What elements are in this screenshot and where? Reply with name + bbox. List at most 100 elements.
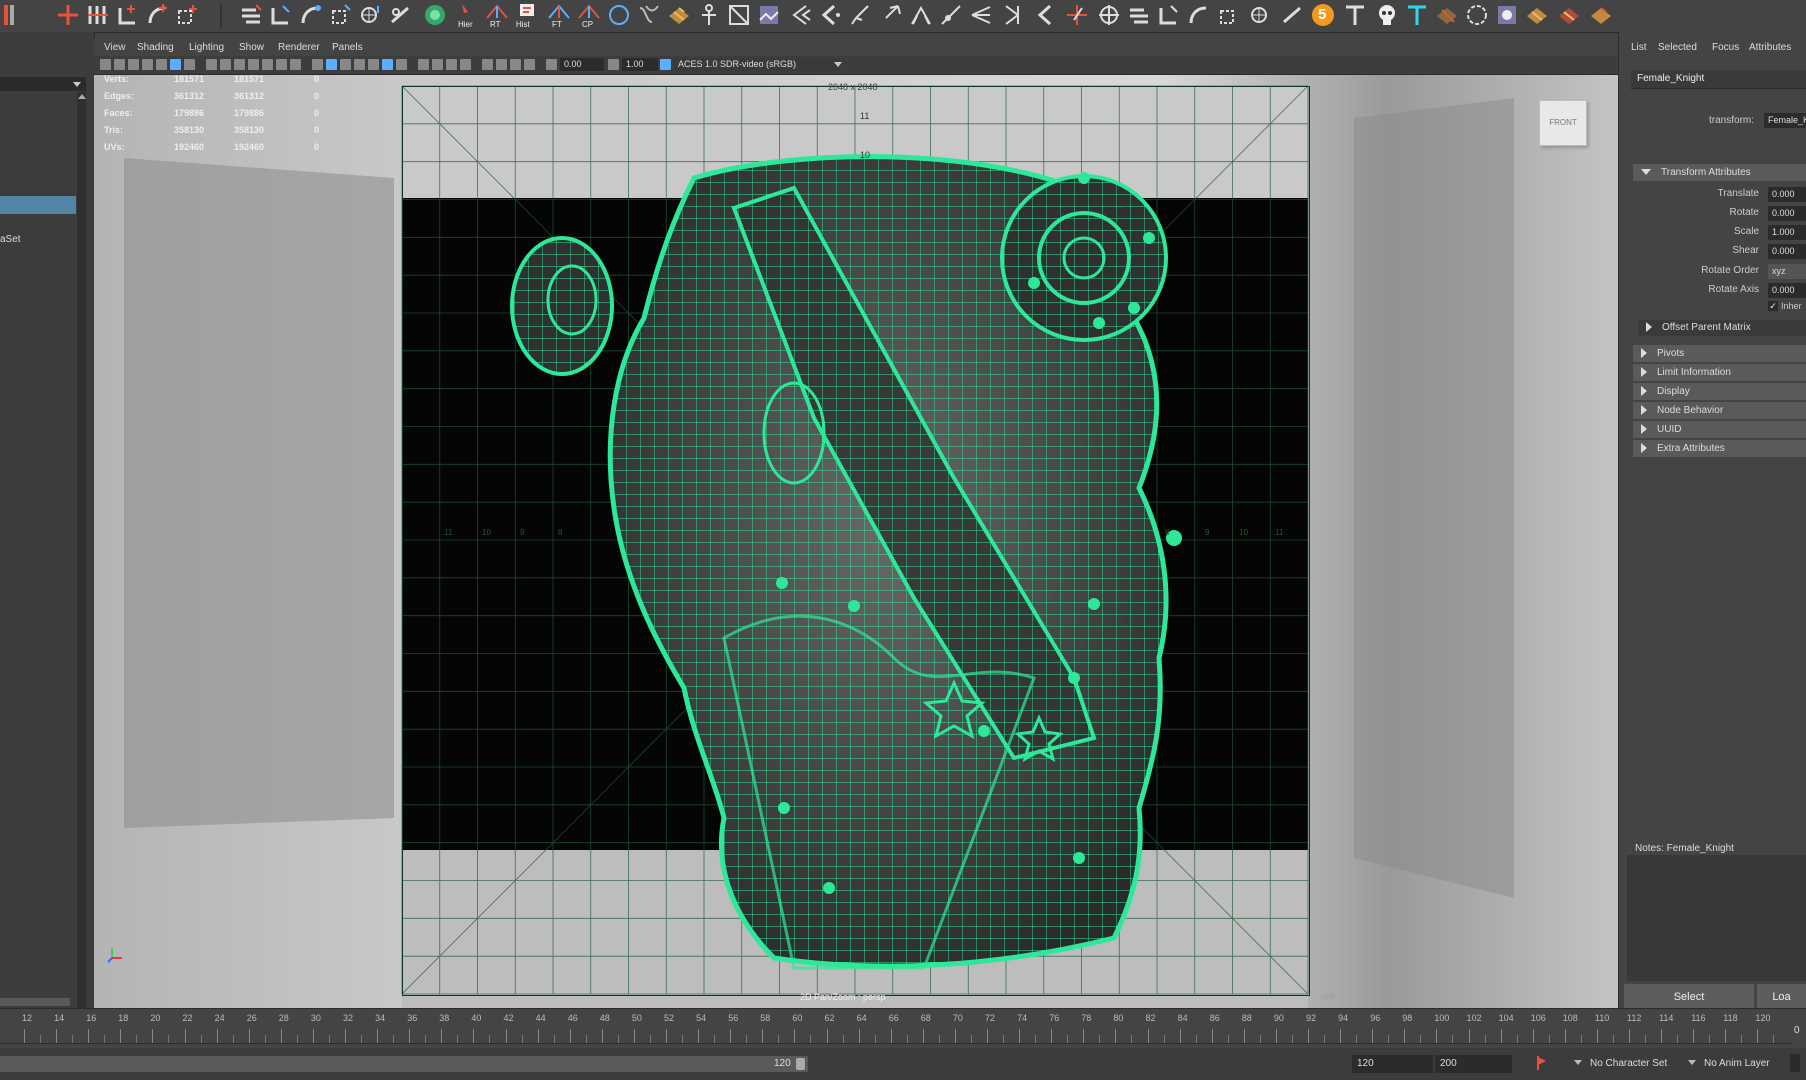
outliner-horizontal-scrollbar[interactable] — [0, 998, 70, 1006]
uv-editor-icon[interactable] — [636, 2, 662, 28]
ik-tool-icon[interactable] — [1000, 2, 1026, 28]
section-display[interactable]: Display — [1633, 383, 1806, 400]
transform-icon[interactable] — [1248, 2, 1274, 28]
notes-textarea[interactable] — [1627, 855, 1806, 981]
bevel-icon[interactable] — [268, 2, 294, 28]
joint-tool-icon[interactable] — [938, 2, 964, 28]
uv-tile-icon[interactable] — [1524, 2, 1550, 28]
offset-parent-matrix-section[interactable]: Offset Parent Matrix — [1638, 320, 1806, 336]
section-node-behavior[interactable]: Node Behavior — [1633, 402, 1806, 419]
inherits-transform-checkbox[interactable]: ✓ — [1768, 301, 1778, 311]
texture-icon[interactable] — [756, 2, 782, 28]
rotate-field[interactable]: 0.000 — [1768, 206, 1806, 221]
cv-circle-icon[interactable] — [1464, 2, 1490, 28]
motion-blur-icon[interactable] — [432, 59, 443, 70]
ae-menu-attributes[interactable]: Attributes — [1749, 42, 1791, 53]
outliner-selected-item[interactable] — [0, 196, 76, 214]
ae-menu-list[interactable]: List — [1631, 42, 1647, 53]
extrude-face-icon[interactable] — [1126, 2, 1152, 28]
tab-female-knight[interactable]: Female_Knight — [1637, 73, 1704, 84]
insert-edge-icon[interactable] — [388, 2, 414, 28]
section-uuid[interactable]: UUID — [1633, 421, 1806, 438]
scale-field[interactable]: 1.000 — [1768, 225, 1806, 240]
safe-action-icon[interactable] — [276, 59, 287, 70]
screen-space-ao-icon[interactable] — [418, 59, 429, 70]
pivot-tool-icon[interactable] — [1064, 2, 1090, 28]
chevron-left-icon[interactable] — [1032, 2, 1058, 28]
xray-components-icon[interactable] — [524, 59, 535, 70]
select-camera-icon[interactable] — [100, 59, 111, 70]
film-gate-icon[interactable] — [220, 59, 231, 70]
menu-show[interactable]: Show — [239, 42, 264, 53]
rotate-order-dropdown[interactable]: xyz — [1768, 264, 1806, 279]
gamma-field[interactable]: 1.00 — [622, 58, 658, 71]
branch-tool-icon[interactable] — [968, 2, 994, 28]
mirror-icon[interactable] — [726, 2, 752, 28]
lasso-icon[interactable] — [1280, 2, 1306, 28]
view-transform-dropdown[interactable]: ACES 1.0 SDR-video (sRGB) — [674, 58, 840, 71]
menu-panels[interactable]: Panels — [332, 42, 363, 53]
move-pivot-icon[interactable] — [55, 2, 81, 28]
exposure-field[interactable]: 0.00 — [560, 58, 604, 71]
xray-icon[interactable] — [496, 59, 507, 70]
rotate-snap-icon[interactable] — [145, 2, 171, 28]
range-slider[interactable]: 120 — [0, 1056, 808, 1072]
arrow-tool-icon[interactable] — [848, 2, 874, 28]
t-bone-cyan-icon[interactable] — [1404, 2, 1430, 28]
xray-joints-icon[interactable] — [510, 59, 521, 70]
range-handle[interactable] — [796, 1058, 805, 1070]
ae-menu-selected[interactable]: Selected — [1658, 42, 1697, 53]
safe-title-icon[interactable] — [290, 59, 301, 70]
chevron-down-icon[interactable] — [1688, 1060, 1696, 1065]
textured-icon[interactable] — [368, 59, 379, 70]
skull-icon[interactable] — [1374, 2, 1400, 28]
translate-field[interactable]: 0.000 — [1768, 187, 1806, 202]
section-extra-attributes[interactable]: Extra Attributes — [1633, 440, 1806, 457]
checker-icon[interactable] — [666, 2, 692, 28]
skeleton-icon[interactable] — [696, 2, 722, 28]
smooth-shade-icon[interactable] — [326, 59, 337, 70]
outliner-item-set[interactable]: aSet — [0, 234, 21, 245]
fill-hole-icon[interactable] — [328, 2, 354, 28]
section-transform-attributes[interactable]: Transform Attributes — [1633, 164, 1806, 181]
transform-name-field[interactable]: Female_K — [1764, 113, 1806, 128]
viewcube[interactable]: FRONT — [1539, 100, 1587, 146]
shear-field[interactable]: 0.000 — [1768, 244, 1806, 259]
chevron-down-icon[interactable] — [1574, 1060, 1582, 1065]
bookmark-icon[interactable] — [128, 59, 139, 70]
circle-icon[interactable] — [606, 2, 632, 28]
arrow-branch-icon[interactable] — [878, 2, 904, 28]
gamma-icon[interactable] — [608, 59, 619, 70]
field-chart-icon[interactable] — [262, 59, 273, 70]
scroll-up-icon[interactable] — [78, 94, 86, 99]
bridge-icon[interactable] — [298, 2, 324, 28]
outliner-vertical-scrollbar[interactable] — [77, 92, 86, 1022]
menu-lighting[interactable]: Lighting — [189, 42, 224, 53]
auto-key-icon[interactable] — [1536, 1054, 1548, 1072]
image-plane-icon[interactable] — [1494, 2, 1520, 28]
2d-pan-zoom-icon[interactable] — [170, 59, 181, 70]
paint-weights-icon[interactable] — [1434, 2, 1460, 28]
character-set-dropdown[interactable]: No Character Set — [1590, 1058, 1667, 1069]
snap-icon[interactable] — [115, 2, 141, 28]
chevron-tool-2-icon[interactable] — [818, 2, 844, 28]
gate-mask-icon[interactable] — [248, 59, 259, 70]
exposure-icon[interactable] — [546, 59, 557, 70]
fork-icon[interactable] — [908, 2, 934, 28]
select-button[interactable]: Select — [1624, 984, 1754, 1010]
corner-tool-icon[interactable] — [1156, 2, 1182, 28]
wireframe-icon[interactable] — [312, 59, 323, 70]
use-all-lights-icon[interactable] — [382, 59, 393, 70]
time-slider[interactable]: 0 12 14 16 18 20 22 24 26 28 30 32 34 36 38 40 42 44 46 48… — [0, 1008, 1806, 1049]
sphere-icon[interactable] — [422, 2, 448, 28]
grid-snap-icon[interactable] — [1096, 2, 1122, 28]
align-icon[interactable] — [85, 2, 111, 28]
grid-toggle-icon[interactable] — [206, 59, 217, 70]
multicut-icon[interactable] — [358, 2, 384, 28]
anim-layer-dropdown[interactable]: No Anim Layer — [1704, 1058, 1770, 1069]
isolate-select-icon[interactable] — [482, 59, 493, 70]
anim-prefs-field[interactable] — [1790, 1054, 1800, 1072]
script-editor-icon[interactable] — [2, 2, 28, 28]
section-limit-information[interactable]: Limit Information — [1633, 364, 1806, 381]
uv-tile-2-icon[interactable] — [1556, 2, 1582, 28]
